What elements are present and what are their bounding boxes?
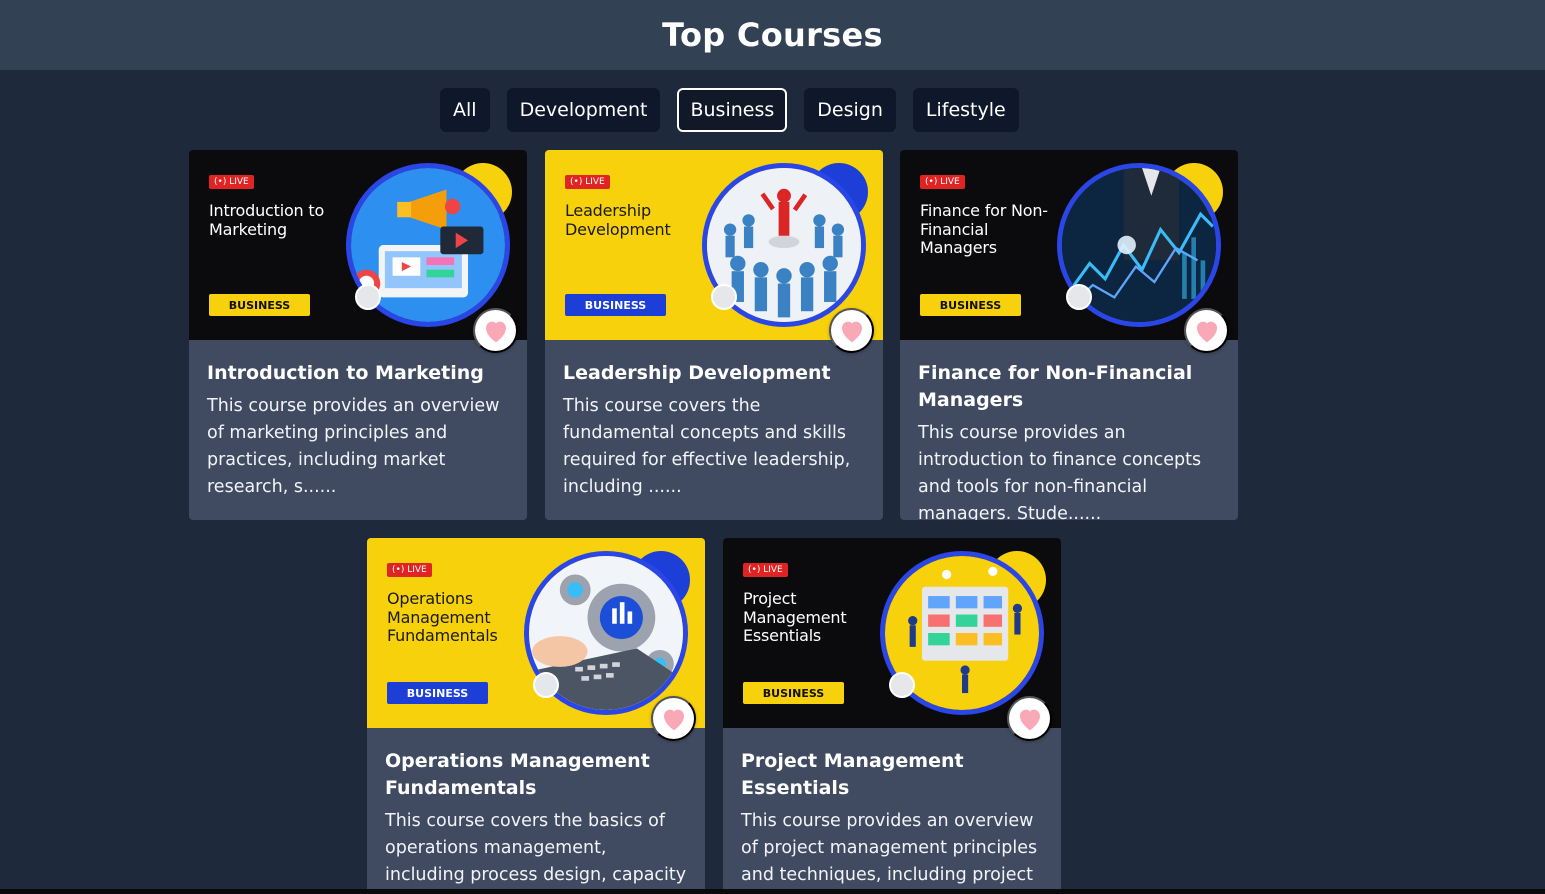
category-badge: BUSINESS <box>387 682 488 704</box>
decorative-dot <box>533 672 559 698</box>
decorative-dot <box>355 284 381 310</box>
course-card-body: Operations Management Fundamentals This … <box>367 728 705 894</box>
page-title: Top Courses <box>662 16 883 54</box>
course-card-body: Leadership Development This course cover… <box>545 340 883 519</box>
filter-all-button[interactable]: All <box>440 88 490 132</box>
heart-icon <box>1196 321 1217 342</box>
course-card-finance-for-non-financial-managers[interactable]: (•) LIVE Finance for Non-Financial Manag… <box>900 150 1238 520</box>
course-title[interactable]: Introduction to Marketing <box>207 360 509 387</box>
live-badge: (•) LIVE <box>743 563 788 577</box>
favorite-heart-button[interactable] <box>829 308 874 353</box>
course-description: This course provides an introduction to … <box>918 423 1202 520</box>
course-title[interactable]: Finance for Non-Financial Managers <box>918 360 1220 414</box>
course-description: This course covers the basics of operati… <box>385 811 687 894</box>
thumbnail-title: Introduction to Marketing <box>209 201 325 239</box>
heart-icon <box>485 321 506 342</box>
category-badge: BUSINESS <box>920 294 1021 316</box>
course-thumbnail: (•) LIVE Leadership Development BUSINESS <box>545 150 883 340</box>
course-description: This course provides an overview of proj… <box>741 811 1038 894</box>
favorite-heart-button[interactable] <box>651 696 696 741</box>
filter-lifestyle-button[interactable]: Lifestyle <box>912 88 1019 132</box>
bottom-edge-strip <box>0 889 1545 894</box>
thumbnail-title: Project Management Essentials <box>743 589 847 645</box>
page-header: Top Courses <box>0 0 1545 70</box>
favorite-heart-button[interactable] <box>473 308 518 353</box>
category-badge: BUSINESS <box>209 294 310 316</box>
thumbnail-title: Operations Management Fundamentals <box>387 589 498 645</box>
favorite-heart-button[interactable] <box>1184 308 1229 353</box>
course-title[interactable]: Project Management Essentials <box>741 748 1043 802</box>
decorative-dot <box>711 284 737 310</box>
course-card-leadership-development[interactable]: (•) LIVE Leadership Development BUSINESS <box>545 150 883 520</box>
course-description: This course covers the fundamental conce… <box>563 396 851 497</box>
decorative-dot <box>1066 284 1092 310</box>
course-card-body: Introduction to Marketing This course pr… <box>189 340 527 519</box>
live-badge: (•) LIVE <box>387 563 432 577</box>
filter-business-button[interactable]: Business <box>677 88 788 132</box>
course-card-operations-management-fundamentals[interactable]: (•) LIVE Operations Management Fundament… <box>367 538 705 894</box>
category-badge: BUSINESS <box>743 682 844 704</box>
course-title[interactable]: Leadership Development <box>563 360 865 387</box>
live-badge: (•) LIVE <box>565 175 610 189</box>
course-thumbnail: (•) LIVE Operations Management Fundament… <box>367 538 705 728</box>
course-card-body: Project Management Essentials This cours… <box>723 728 1061 894</box>
course-card-body: Finance for Non-Financial Managers This … <box>900 340 1238 520</box>
category-badge: BUSINESS <box>565 294 666 316</box>
course-description: This course provides an overview of mark… <box>207 396 500 497</box>
live-badge: (•) LIVE <box>920 175 965 189</box>
course-thumbnail: (•) LIVE Finance for Non-Financial Manag… <box>900 150 1238 340</box>
heart-icon <box>663 709 684 730</box>
course-card-project-management-essentials[interactable]: (•) LIVE Project Management Essentials B… <box>723 538 1061 894</box>
filter-development-button[interactable]: Development <box>506 88 661 132</box>
category-filter-bar: All Development Business Design Lifestyl… <box>440 88 1019 132</box>
course-thumbnail: (•) LIVE Project Management Essentials B… <box>723 538 1061 728</box>
course-thumbnail: (•) LIVE Introduction to Marketing BUSIN… <box>189 150 527 340</box>
heart-icon <box>1019 709 1040 730</box>
thumbnail-title: Finance for Non-Financial Managers <box>920 201 1048 257</box>
decorative-dot <box>889 672 915 698</box>
live-badge: (•) LIVE <box>209 175 254 189</box>
filter-design-button[interactable]: Design <box>804 88 896 132</box>
course-title[interactable]: Operations Management Fundamentals <box>385 748 687 802</box>
favorite-heart-button[interactable] <box>1007 696 1052 741</box>
thumbnail-title: Leadership Development <box>565 201 671 239</box>
heart-icon <box>841 321 862 342</box>
course-card-introduction-to-marketing[interactable]: (•) LIVE Introduction to Marketing BUSIN… <box>189 150 527 520</box>
